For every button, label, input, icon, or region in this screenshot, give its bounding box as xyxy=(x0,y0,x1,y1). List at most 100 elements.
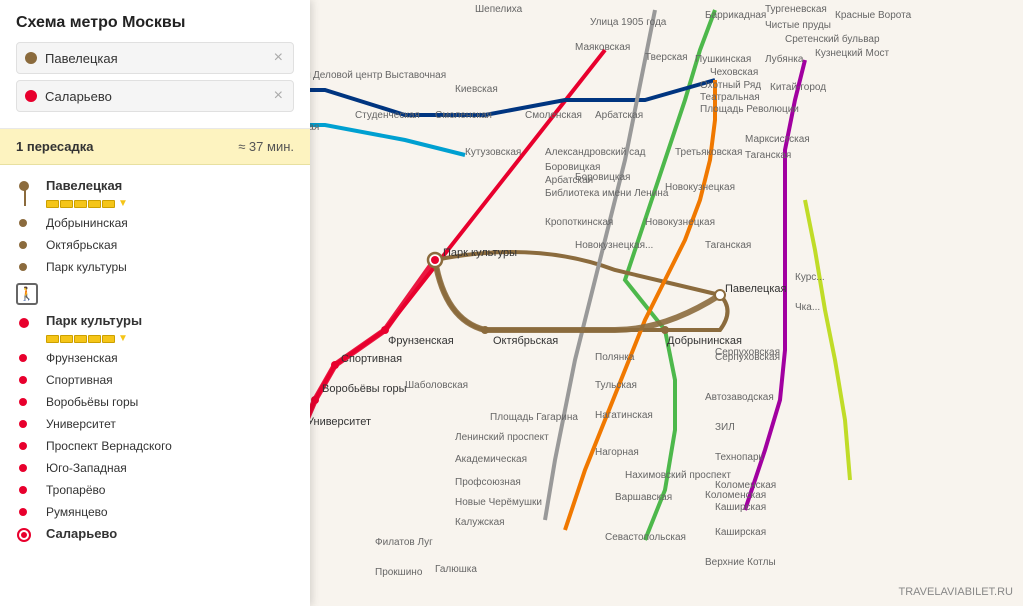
svg-text:Студенческая: Студенческая xyxy=(355,110,420,121)
svg-text:Площадь Революции: Площадь Революции xyxy=(700,104,799,115)
svg-text:Галюшка: Галюшка xyxy=(435,564,477,575)
svg-text:Боровицкая: Боровицкая xyxy=(575,172,630,183)
sidebar-title: Схема метро Москвы xyxy=(16,14,294,32)
from-station-text: Павелецкая xyxy=(45,51,272,66)
svg-text:Курс...: Курс... xyxy=(795,272,825,283)
svg-text:Калужская: Калужская xyxy=(455,517,505,528)
svg-text:Охотный Ряд: Охотный Ряд xyxy=(700,80,761,91)
svg-text:Парк культуры: Парк культуры xyxy=(443,247,517,259)
transfers-count: 1 пересадка xyxy=(16,139,94,154)
svg-text:Севастопольская: Севастопольская xyxy=(605,532,686,543)
travel-time: ≈ 37 мин. xyxy=(238,139,294,154)
route-stop-troparevo: Тропарёво xyxy=(0,479,310,501)
route-start-paveletskaya: Павелецкая xyxy=(0,173,310,195)
svg-text:Смоленская: Смоленская xyxy=(435,110,492,121)
route-stop-sportivnaya: Спортивная xyxy=(0,369,310,391)
svg-text:Нагатинская: Нагатинская xyxy=(595,410,653,421)
svg-text:Пушкинская: Пушкинская xyxy=(695,54,751,65)
svg-text:Китай-город: Китай-город xyxy=(770,82,826,93)
svg-text:Шепелиха: Шепелиха xyxy=(475,4,523,15)
svg-text:Новокузнецкая: Новокузнецкая xyxy=(665,182,735,193)
svg-text:Варшавская: Варшавская xyxy=(615,492,672,503)
svg-text:Технопарк: Технопарк xyxy=(715,452,764,463)
train-icon-red: ▼ xyxy=(0,330,310,347)
svg-text:Шаболовская: Шаболовская xyxy=(405,379,468,391)
park-kultury-red-label: Парк культуры xyxy=(46,313,142,328)
svg-text:Фрунзенская: Фрунзенская xyxy=(388,335,454,347)
oktyabrskaya-label: Октябрьская xyxy=(46,238,117,252)
dobrininskaya-label: Добрынинская xyxy=(46,216,128,230)
svg-text:Александровский сад: Александровский сад xyxy=(545,147,646,158)
svg-text:Полянка: Полянка xyxy=(595,352,635,363)
svg-text:Новые Черёмушки: Новые Черёмушки xyxy=(455,497,542,508)
svg-text:Профсоюзная: Профсоюзная xyxy=(455,476,521,488)
svg-text:Тургеневская: Тургеневская xyxy=(765,4,827,15)
svg-text:Выставочная: Выставочная xyxy=(385,70,446,81)
clear-from-button[interactable]: × xyxy=(272,49,285,67)
svg-text:Арбатская: Арбатская xyxy=(595,109,643,121)
from-station-dot xyxy=(25,52,37,64)
svg-text:Каширская: Каширская xyxy=(715,502,766,513)
svg-text:Библиотека имени Ленина: Библиотека имени Ленина xyxy=(545,187,669,199)
svg-text:Тульская: Тульская xyxy=(595,380,637,391)
svg-text:Кузнецкий Мост: Кузнецкий Мост xyxy=(815,48,890,59)
svg-text:Автозаводская: Автозаводская xyxy=(705,392,774,403)
route-stop-vorobyovy-gory: Воробьёвы горы xyxy=(0,391,310,413)
svg-text:Чеховская: Чеховская xyxy=(710,67,758,78)
svg-text:Филатов Луг: Филатов Луг xyxy=(375,537,433,548)
svg-text:Маяковская: Маяковская xyxy=(575,42,630,53)
svg-text:Третьяковская: Третьяковская xyxy=(675,147,742,158)
svg-text:Театральная: Театральная xyxy=(700,92,760,103)
svg-text:Улица 1905 года: Улица 1905 года xyxy=(590,17,667,28)
svg-text:ЗИЛ: ЗИЛ xyxy=(715,422,735,433)
svg-text:Смоленская: Смоленская xyxy=(525,110,582,121)
svg-text:Площадь Гагарина: Площадь Гагарина xyxy=(490,412,578,423)
svg-text:Таганская: Таганская xyxy=(705,240,751,251)
svg-text:Баррикадная: Баррикадная xyxy=(705,10,766,21)
from-station-row[interactable]: Павелецкая × xyxy=(16,42,294,74)
svg-text:Академическая: Академическая xyxy=(455,454,527,465)
route-stop-frunzenskaya: Фрунзенская xyxy=(0,347,310,369)
svg-text:Университет: Университет xyxy=(307,416,371,428)
route-stop-park-kultury-brown: Парк культуры xyxy=(0,256,310,278)
svg-text:Кропоткинская: Кропоткинская xyxy=(545,217,613,228)
paveletskaya-label: Павелецкая xyxy=(46,178,122,193)
sidebar-header: Схема метро Москвы Павелецкая × Саларьев… xyxy=(0,0,310,129)
svg-text:Спортивная: Спортивная xyxy=(341,353,402,365)
route-list: Павелецкая ▼ Добрынинская Октябрьская Па… xyxy=(0,165,310,606)
to-station-dot xyxy=(25,90,37,102)
svg-text:Нагорная: Нагорная xyxy=(595,447,639,458)
svg-text:Новокузнецкая: Новокузнецкая xyxy=(645,217,715,228)
route-info-bar: 1 пересадка ≈ 37 мин. xyxy=(0,129,310,165)
svg-text:Таганская: Таганская xyxy=(745,150,791,161)
svg-text:Тверская: Тверская xyxy=(645,52,688,63)
svg-text:Добрынинская: Добрынинская xyxy=(667,335,742,347)
route-stop-oktyabrskaya: Октябрьская xyxy=(0,234,310,256)
transfer-row: 🚶 xyxy=(0,278,310,310)
svg-text:Деловой центр: Деловой центр xyxy=(313,70,383,81)
route-stop-dobrininskaya: Добрынинская xyxy=(0,212,310,234)
svg-text:Сретенский бульвар: Сретенский бульвар xyxy=(785,33,880,45)
svg-text:Октябрьская: Октябрьская xyxy=(493,335,558,347)
route-end-salaryevo: Саларьево xyxy=(0,523,310,547)
to-station-row[interactable]: Саларьево × xyxy=(16,80,294,112)
svg-text:Каширская: Каширская xyxy=(715,527,766,538)
walk-icon: 🚶 xyxy=(19,286,35,302)
park-kultury-brown-label: Парк культуры xyxy=(46,260,127,274)
svg-text:Прокшино: Прокшино xyxy=(375,567,423,578)
svg-text:Серпуховская: Серпуховская xyxy=(715,347,780,358)
svg-text:Чистые пруды: Чистые пруды xyxy=(765,20,831,31)
svg-text:Павелецкая: Павелецкая xyxy=(725,283,787,295)
svg-text:Марксистская: Марксистская xyxy=(745,134,810,145)
svg-text:Воробьёвы горы: Воробьёвы горы xyxy=(322,383,407,395)
svg-text:Киевская: Киевская xyxy=(455,84,498,95)
clear-to-button[interactable]: × xyxy=(272,87,285,105)
to-station-text: Саларьево xyxy=(45,89,272,104)
route-stop-park-kultury-red: Парк культуры xyxy=(0,310,310,330)
route-stop-rumyantsevo: Румянцево xyxy=(0,501,310,523)
watermark: TRAVELAVIABILET.RU xyxy=(898,586,1013,598)
svg-text:Лубянка: Лубянка xyxy=(765,53,804,65)
svg-text:Коломенская: Коломенская xyxy=(705,490,766,501)
svg-text:Новокузнецкая...: Новокузнецкая... xyxy=(575,240,653,251)
svg-text:Ленинский проспект: Ленинский проспект xyxy=(455,432,549,443)
